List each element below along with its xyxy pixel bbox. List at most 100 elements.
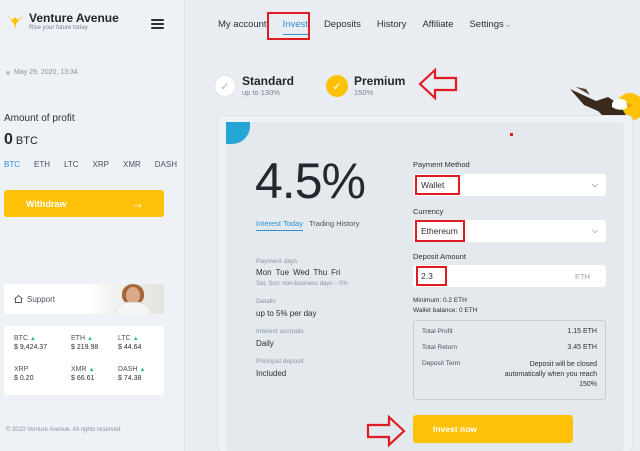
plan-return: 150% (354, 88, 374, 97)
plan-premium[interactable]: ✓ Premium 150% (326, 75, 405, 97)
nav-invest[interactable]: Invest (282, 19, 309, 35)
profit-currency: BTC (15, 135, 38, 147)
copyright: © 2020 Venture Avenue. All rights reserv… (6, 427, 123, 433)
info-tabs: Interest Today Trading History (256, 219, 366, 231)
payment-method-label: Payment Method (413, 160, 470, 169)
ticker-name: XMR (71, 365, 87, 373)
annotation-arrow-left-icon (418, 67, 458, 101)
ticker-btc: BTC ▲ $ 9,424.37 (14, 335, 71, 356)
principal-label: Principal deposit (256, 358, 304, 365)
price-ticker: BTC ▲ $ 9,424.37 ETH ▲ $ 219.98 LTC ▲ $ 44.… (4, 326, 164, 395)
plan-return: up to 130% (242, 88, 280, 97)
logo[interactable]: Venture Avenue Rise your future today (5, 12, 119, 32)
total-return-label: Total Return (422, 344, 458, 351)
payment-day: Wed (293, 268, 310, 277)
ticker-price: $ 44.64 (118, 344, 142, 351)
chevron-down-icon: ⌵ (591, 180, 598, 189)
ticker-price: $ 9,424.37 (14, 344, 48, 351)
payment-day: Thu (313, 268, 328, 277)
invest-now-button[interactable]: Invest now (413, 415, 573, 443)
arrow-right-icon: → (131, 196, 144, 211)
home-icon (14, 295, 23, 303)
top-nav: My account Invest Deposits History Affil… (218, 19, 526, 35)
ticker-price: $ 0.20 (14, 374, 34, 382)
payment-day: Fri (331, 268, 341, 277)
deposit-amount-input[interactable] (421, 271, 501, 281)
payment-day: Tue (275, 268, 290, 277)
ticker-dash: DASH ▲ $ 74.38 (118, 366, 164, 387)
nav-settings[interactable]: Settings ⌵ (469, 19, 510, 35)
decorative-dot (510, 133, 513, 136)
coin-tab-btc[interactable]: BTC (4, 160, 20, 169)
brand-name: Venture Avenue (29, 11, 119, 25)
coin-tab-xrp[interactable]: XRP (93, 160, 109, 169)
payment-days: Mon Tue Wed Thu Fri (256, 268, 345, 277)
total-profit-value: 1.15 ETH (567, 328, 597, 335)
profit-amount: 0 (4, 131, 13, 148)
check-icon: ✓ (214, 75, 236, 97)
withdraw-button[interactable]: Withdraw → (4, 190, 164, 217)
profit-label: Amount of profit (4, 113, 75, 124)
sidebar: Venture Avenue Rise your future today Ma… (0, 0, 185, 451)
trend-up-icon: ▲ (87, 336, 93, 342)
chevron-down-icon: ⌵ (505, 23, 511, 29)
annotation-arrow-right-icon (366, 414, 406, 448)
tab-trading-history[interactable]: Trading History (309, 219, 360, 231)
ticker-name: ETH (71, 335, 85, 342)
total-profit-label: Total Profit (422, 328, 453, 335)
trend-up-icon: ▲ (88, 366, 95, 373)
check-icon: ✓ (326, 75, 348, 97)
ticker-name: DASH (118, 365, 138, 373)
ticker-name: BTC (14, 335, 28, 342)
ticker-price: $ 219.98 (71, 344, 99, 351)
accruals-label: Interest accruals (256, 328, 304, 335)
payment-method-select[interactable]: Wallet ⌵ (413, 174, 606, 196)
wallet-balance: Wallet balance: 0 ETH (413, 307, 478, 314)
withdraw-label: Withdraw (26, 198, 67, 209)
payment-days-note: Sat, Sun: non-business days – 0% (256, 281, 348, 287)
ticker-xmr: XMR ▲ $ 66.61 (71, 366, 118, 387)
ticker-xrp: XRP $ 0.20 (14, 366, 71, 387)
ticker-price: $ 74.38 (118, 374, 142, 382)
payment-days-label: Payment days (256, 258, 298, 265)
details-value: up to 5% per day (256, 309, 317, 318)
interest-rate: 4.5% (255, 153, 366, 209)
deposit-amount-field[interactable]: ETH (413, 265, 606, 287)
ticker-eth: ETH ▲ $ 219.98 (71, 335, 118, 356)
coin-tab-eth[interactable]: ETH (34, 160, 50, 169)
deposit-amount-label: Deposit Amount (413, 252, 466, 261)
deposit-term-label: Deposit Term (422, 360, 461, 367)
menu-icon[interactable] (151, 19, 164, 29)
ticker-name: XRP (14, 365, 29, 373)
currency-label: Currency (413, 207, 444, 216)
nav-my-account[interactable]: My account (218, 19, 267, 35)
nav-history[interactable]: History (377, 19, 407, 35)
profit-value: 0 BTC (4, 131, 38, 149)
support-button[interactable]: Support (4, 284, 164, 314)
logo-wings-icon (6, 14, 24, 29)
deposit-summary: Total Profit 1.15 ETH Total Return 3.45 … (413, 320, 606, 400)
payment-method-value: Wallet (421, 180, 445, 190)
coin-tab-dash[interactable]: DASH (155, 160, 177, 169)
trend-up-icon: ▲ (139, 366, 146, 373)
deposit-minimum: Minimum: 0.2 ETH (413, 297, 467, 304)
currency-select[interactable]: Ethereum ⌵ (413, 220, 606, 242)
deposit-term-value: Deposit will be closed automatically whe… (504, 361, 597, 388)
details-label: Details (256, 298, 276, 305)
brand-tagline: Rise your future today (29, 25, 88, 31)
nav-affiliate[interactable]: Affiliate (422, 19, 453, 35)
date-text: May 29, 2020, 13:34 (14, 69, 78, 76)
chevron-down-icon: ⌵ (591, 226, 598, 235)
coin-tab-ltc[interactable]: LTC (64, 160, 79, 169)
coin-tab-xmr[interactable]: XMR (123, 160, 141, 169)
ticker-name: LTC (118, 335, 131, 342)
tab-interest-today[interactable]: Interest Today (256, 219, 303, 231)
current-date: May 29, 2020, 13:34 (6, 69, 78, 76)
clock-icon (6, 70, 10, 75)
plan-name: Premium (354, 74, 406, 88)
nav-deposits[interactable]: Deposits (324, 19, 361, 35)
coin-tabs: BTC ETH LTC XRP XMR DASH (4, 160, 191, 169)
trend-up-icon: ▲ (132, 336, 139, 342)
ticker-price: $ 66.61 (71, 374, 95, 382)
plan-standard[interactable]: ✓ Standard up to 130% (214, 75, 294, 97)
